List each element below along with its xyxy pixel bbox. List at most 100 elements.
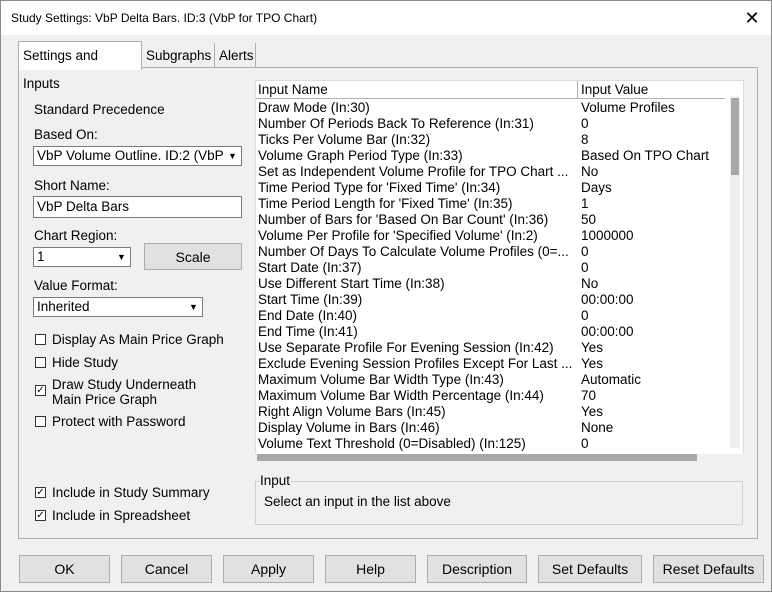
table-row[interactable]: Draw Mode (In:30) Volume Profiles — [256, 100, 725, 116]
table-row[interactable]: Number Of Periods Back To Reference (In:… — [256, 116, 725, 132]
inputs-table: Input Name Input Value Draw Mode (In:30)… — [255, 80, 744, 462]
table-row[interactable]: Time Period Length for 'Fixed Time' (In:… — [256, 196, 725, 212]
checkbox-box[interactable] — [35, 334, 46, 345]
chevron-down-icon: ▼ — [224, 147, 241, 165]
input-value-cell[interactable]: Days — [581, 180, 725, 196]
input-name-cell: Start Date (In:37) — [258, 260, 362, 275]
table-row[interactable]: Use Different Start Time (In:38) No — [256, 276, 725, 292]
chart-region-select[interactable]: 1 ▼ — [33, 247, 131, 267]
input-name-cell: Volume Text Threshold (0=Disabled) (In:1… — [258, 436, 526, 451]
table-row[interactable]: Volume Text Threshold (0=Disabled) (In:1… — [256, 436, 725, 452]
close-icon[interactable]: ✕ — [741, 7, 763, 29]
input-value-cell[interactable]: 0 — [581, 260, 725, 276]
draw-study-underneath-checkbox[interactable]: ✓ Draw Study Underneath Main Price Graph — [35, 377, 235, 409]
table-row[interactable]: End Date (In:40) 0 — [256, 308, 725, 324]
input-name-cell: Draw Mode (In:30) — [258, 100, 370, 115]
include-in-spreadsheet-checkbox[interactable]: ✓ Include in Spreadsheet — [35, 508, 235, 524]
tab-settings-and-inputs[interactable]: Settings and Inputs — [18, 41, 142, 91]
based-on-select[interactable]: VbP Volume Outline. ID:2 (VbP ▼ — [33, 146, 242, 166]
include-in-study-summary-checkbox[interactable]: ✓ Include in Study Summary — [35, 485, 235, 501]
table-row[interactable]: Exclude Evening Session Profiles Except … — [256, 356, 725, 372]
vertical-scrollbar[interactable] — [730, 96, 740, 448]
table-row[interactable]: Start Date (In:37) 0 — [256, 260, 725, 276]
input-group-title: Input — [259, 473, 292, 488]
input-name-cell: Use Different Start Time (In:38) — [258, 276, 445, 291]
table-row[interactable]: Ticks Per Volume Bar (In:32) 8 — [256, 132, 725, 148]
checkbox-box[interactable] — [35, 416, 46, 427]
table-row[interactable]: Number of Bars for 'Based On Bar Count' … — [256, 212, 725, 228]
standard-precedence-label[interactable]: Standard Precedence — [34, 102, 165, 117]
based-on-label: Based On: — [34, 127, 98, 142]
table-row[interactable]: End Time (In:41) 00:00:00 — [256, 324, 725, 340]
value-format-label: Value Format: — [34, 278, 118, 293]
column-header-input-name[interactable]: Input Name — [256, 81, 578, 99]
input-value-cell[interactable]: Yes — [581, 404, 725, 420]
input-name-cell: Start Time (In:39) — [258, 292, 363, 307]
study-settings-dialog: Study Settings: VbP Delta Bars. ID:3 (Vb… — [0, 0, 772, 592]
checkbox-box[interactable] — [35, 357, 46, 368]
input-value-cell[interactable]: None — [581, 420, 725, 436]
tab-alerts[interactable]: Alerts — [216, 43, 256, 69]
input-name-cell: Set as Independent Volume Profile for TP… — [258, 164, 569, 179]
chart-region-label: Chart Region: — [34, 228, 118, 243]
checkbox-label: Hide Study — [52, 355, 119, 370]
input-value-cell[interactable]: 0 — [581, 436, 725, 452]
input-value-cell[interactable]: 0 — [581, 308, 725, 324]
protect-with-password-checkbox[interactable]: Protect with Password — [35, 414, 235, 430]
reset-defaults-button[interactable]: Reset Defaults — [653, 555, 764, 583]
input-name-cell: End Date (In:40) — [258, 308, 358, 323]
input-value-cell[interactable]: 70 — [581, 388, 725, 404]
horizontal-scrollbar[interactable] — [255, 454, 744, 462]
set-defaults-button[interactable]: Set Defaults — [538, 555, 642, 583]
input-value-cell[interactable]: 00:00:00 — [581, 292, 725, 308]
apply-button[interactable]: Apply — [223, 555, 314, 583]
input-name-cell: Number of Bars for 'Based On Bar Count' … — [258, 212, 549, 227]
table-row[interactable]: Set as Independent Volume Profile for TP… — [256, 164, 725, 180]
cancel-button[interactable]: Cancel — [121, 555, 212, 583]
checkbox-box[interactable]: ✓ — [35, 487, 46, 498]
table-row[interactable]: Maximum Volume Bar Width Type (In:43) Aut… — [256, 372, 725, 388]
checkbox-box[interactable]: ✓ — [35, 510, 46, 521]
value-format-value: Inherited — [37, 299, 90, 314]
table-row[interactable]: Start Time (In:39) 00:00:00 — [256, 292, 725, 308]
input-value-cell[interactable]: Based On TPO Chart — [581, 148, 725, 164]
tab-subgraphs[interactable]: Subgraphs — [143, 43, 215, 69]
table-body: Draw Mode (In:30) Volume Profiles Number O… — [256, 100, 725, 452]
input-value-cell[interactable]: 0 — [581, 244, 725, 260]
ok-button[interactable]: OK — [19, 555, 110, 583]
input-value-cell[interactable]: 0 — [581, 116, 725, 132]
checkbox-box[interactable]: ✓ — [35, 385, 46, 396]
input-value-cell[interactable]: No — [581, 276, 725, 292]
input-value-cell[interactable]: 1000000 — [581, 228, 725, 244]
display-as-main-price-graph-checkbox[interactable]: Display As Main Price Graph — [35, 332, 235, 348]
help-button[interactable]: Help — [325, 555, 416, 583]
table-row[interactable]: Volume Graph Period Type (In:33) Based On… — [256, 148, 725, 164]
scrollbar-thumb[interactable] — [731, 98, 739, 175]
scrollbar-thumb[interactable] — [257, 454, 697, 461]
table-row[interactable]: Volume Per Profile for 'Specified Volume… — [256, 228, 725, 244]
input-value-cell[interactable]: 8 — [581, 132, 725, 148]
input-value-cell[interactable]: 50 — [581, 212, 725, 228]
description-button[interactable]: Description — [427, 555, 527, 583]
input-value-cell[interactable]: Yes — [581, 356, 725, 372]
table-row[interactable]: Number Of Days To Calculate Volume Profi… — [256, 244, 725, 260]
short-name-input[interactable]: VbP Delta Bars — [33, 196, 242, 218]
input-value-cell[interactable]: Volume Profiles — [581, 100, 725, 116]
table-row[interactable]: Maximum Volume Bar Width Percentage (In:… — [256, 388, 725, 404]
input-name-cell: End Time (In:41) — [258, 324, 358, 339]
checkbox-label: Protect with Password — [52, 414, 186, 429]
column-header-input-value[interactable]: Input Value — [579, 81, 725, 99]
input-value-cell[interactable]: No — [581, 164, 725, 180]
table-row[interactable]: Right Align Volume Bars (In:45) Yes — [256, 404, 725, 420]
input-value-cell[interactable]: Yes — [581, 340, 725, 356]
value-format-select[interactable]: Inherited ▼ — [33, 297, 203, 317]
table-row[interactable]: Display Volume in Bars (In:46) None — [256, 420, 725, 436]
table-row[interactable]: Use Separate Profile For Evening Session… — [256, 340, 725, 356]
input-value-cell[interactable]: Automatic — [581, 372, 725, 388]
scale-button[interactable]: Scale — [144, 243, 242, 270]
hide-study-checkbox[interactable]: Hide Study — [35, 355, 235, 371]
table-row[interactable]: Time Period Type for 'Fixed Time' (In:34… — [256, 180, 725, 196]
input-name-cell: Time Period Length for 'Fixed Time' (In:… — [258, 196, 513, 211]
input-value-cell[interactable]: 1 — [581, 196, 725, 212]
input-value-cell[interactable]: 00:00:00 — [581, 324, 725, 340]
